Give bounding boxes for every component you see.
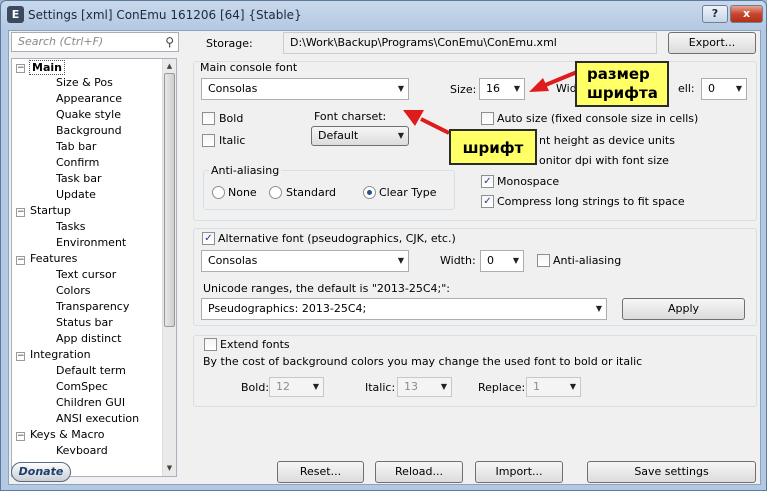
close-button[interactable]: x (730, 5, 763, 23)
size-arrow (529, 70, 578, 92)
settings-window: E Settings [xml] ConEmu 161206 [64] {Sta… (0, 0, 767, 491)
font-callout: шрифт (449, 129, 537, 165)
client-area: Search (Ctrl+F) ⚲ − Main Size & Pos Appe… (8, 30, 761, 485)
app-icon: E (7, 6, 24, 23)
font-arrow (403, 110, 450, 135)
window-title: Settings [xml] ConEmu 161206 [64] {Stabl… (28, 8, 302, 22)
help-button[interactable]: ? (702, 5, 728, 23)
size-callout: размер шрифта (575, 61, 669, 107)
